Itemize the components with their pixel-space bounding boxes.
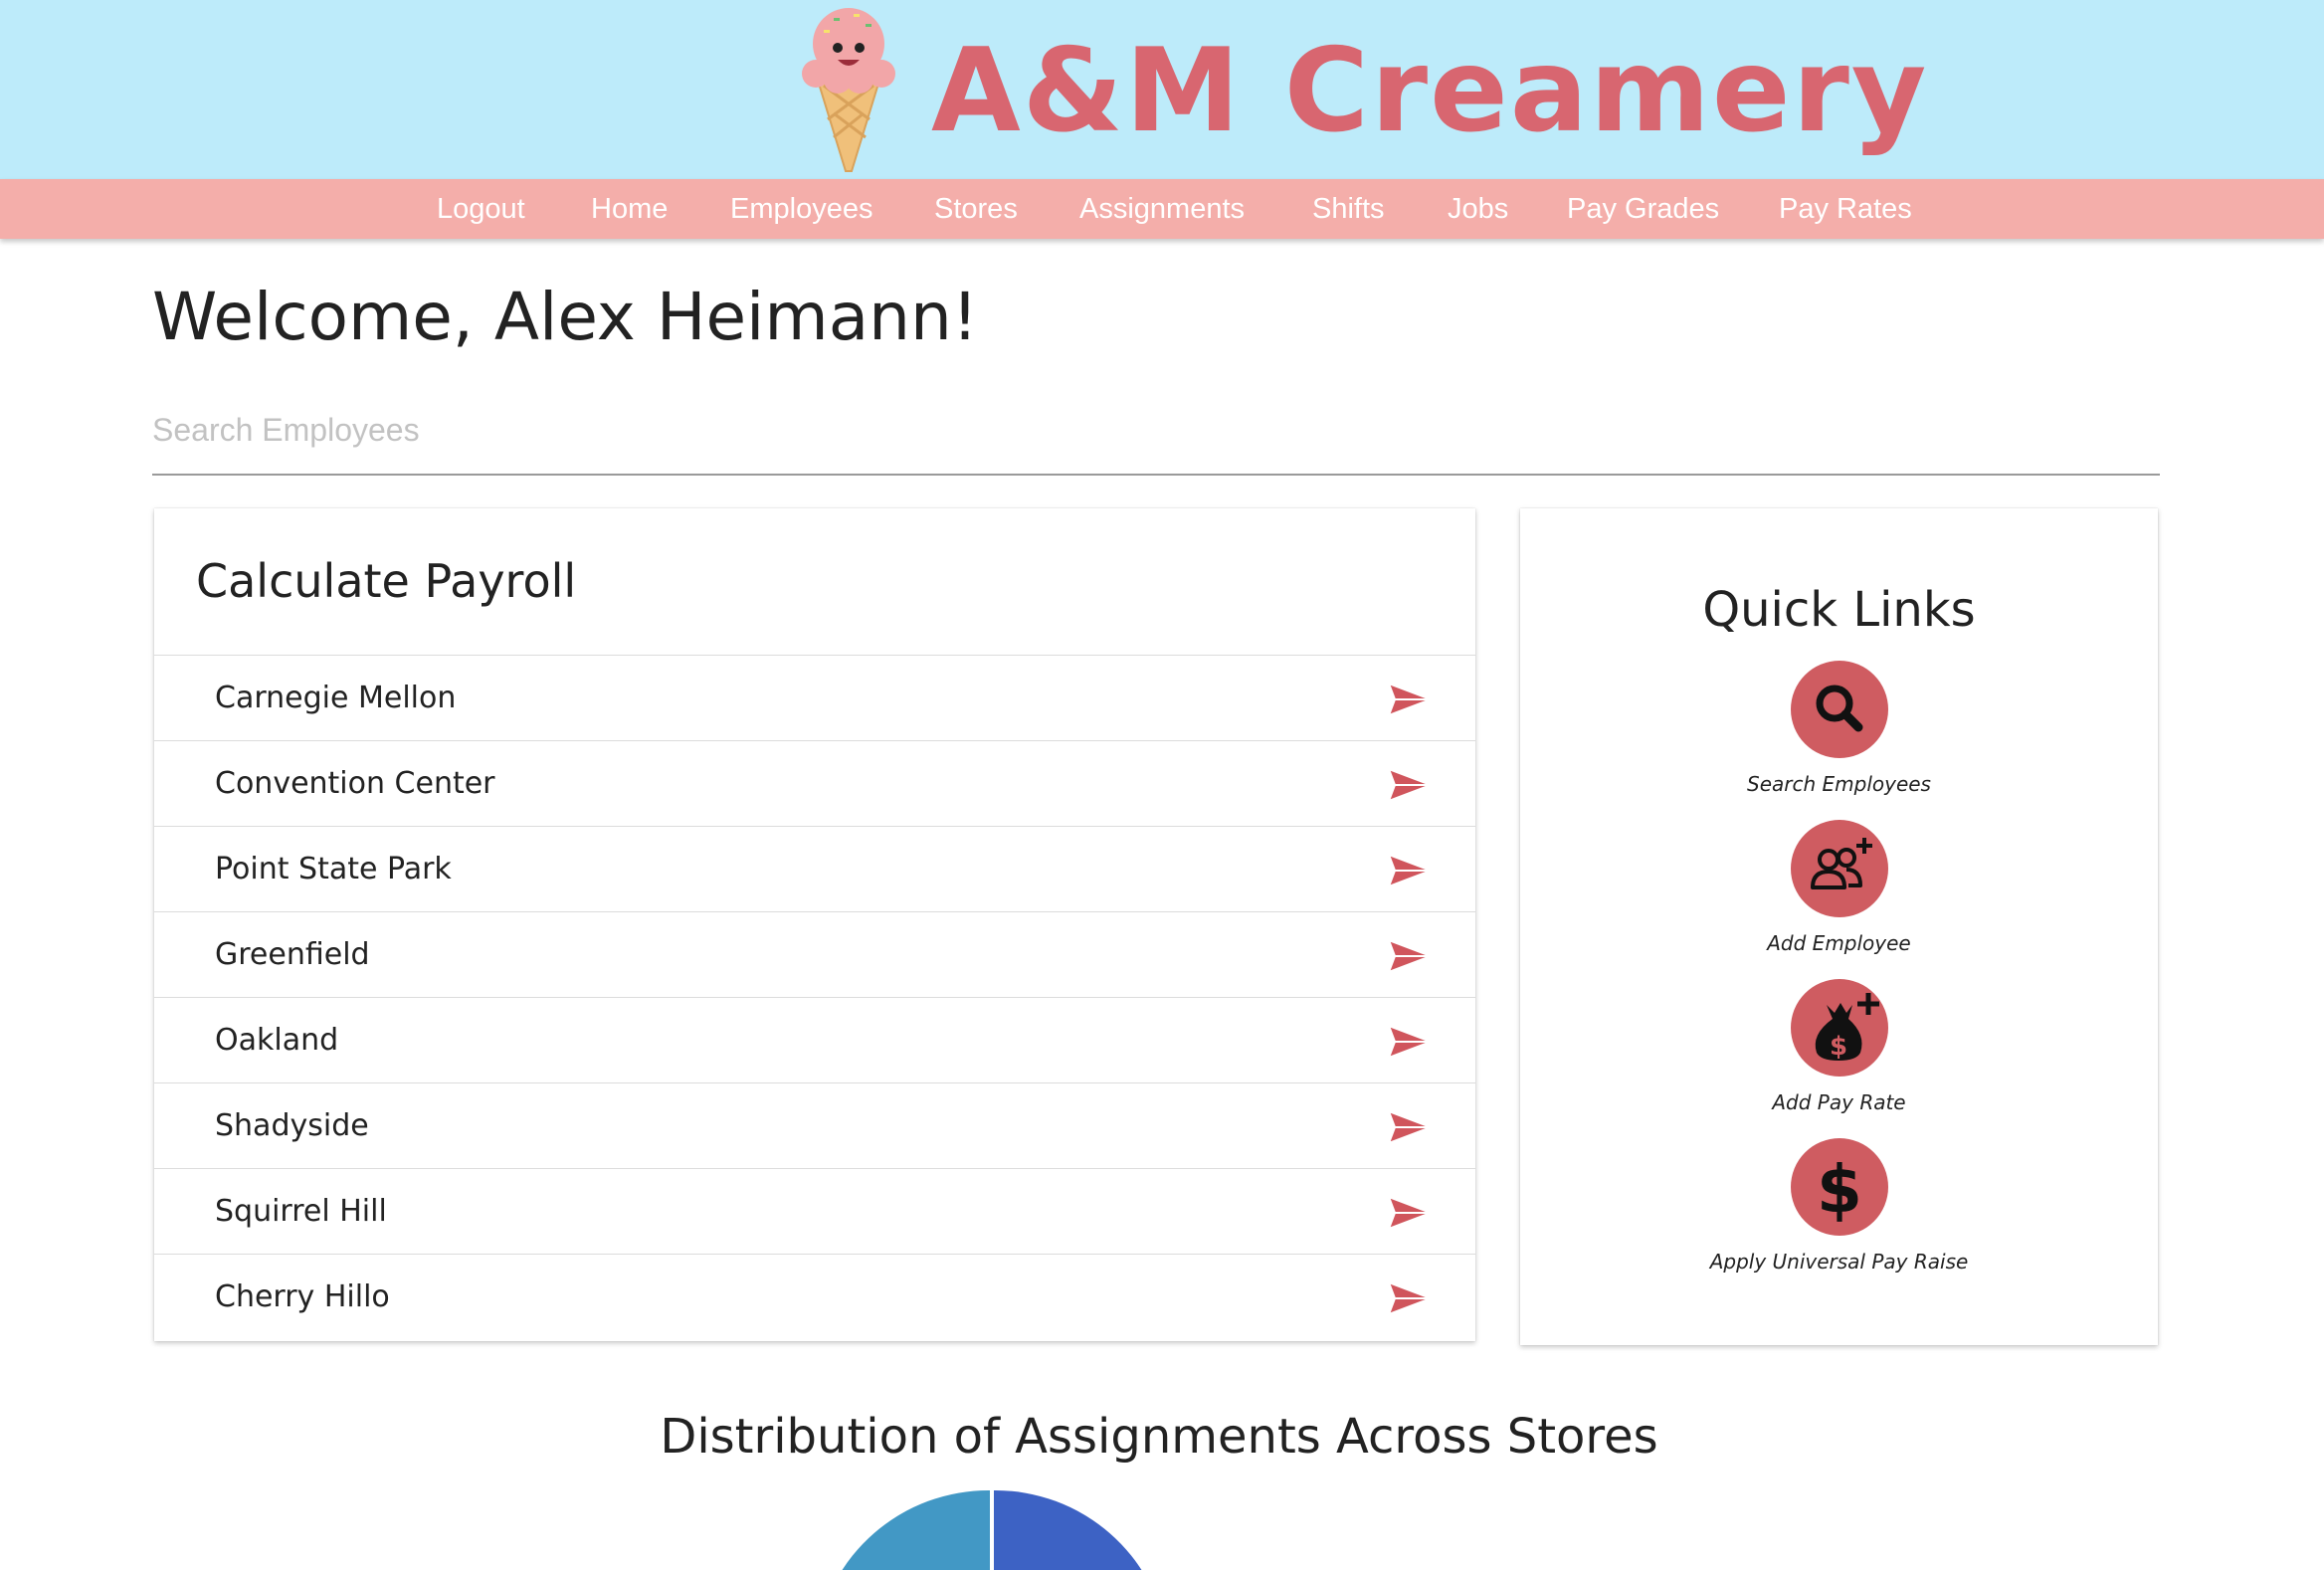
- store-name: Squirrel Hill: [215, 1194, 387, 1229]
- payroll-row-squirrel-hill[interactable]: Squirrel Hill: [154, 1169, 1475, 1255]
- send-arrow-icon[interactable]: [1387, 682, 1433, 717]
- add-user-group-icon: [1811, 838, 1872, 889]
- nav-home[interactable]: Home: [591, 179, 668, 239]
- quick-links-card: Quick Links Search Employees Add Employe…: [1520, 508, 2158, 1345]
- quick-link-circle[interactable]: $: [1791, 979, 1888, 1077]
- pie-slice-left: [842, 1489, 990, 1570]
- payroll-row-point-state-park[interactable]: Point State Park: [154, 827, 1475, 912]
- assignments-pie-chart: [842, 1489, 1142, 1570]
- search-input[interactable]: [152, 400, 2160, 460]
- quick-link-circle[interactable]: [1791, 661, 1888, 758]
- store-name: Point State Park: [215, 852, 452, 886]
- payroll-title: Calculate Payroll: [196, 554, 577, 608]
- ice-cream-logo-icon[interactable]: [794, 4, 903, 173]
- pie-slice-right: [994, 1489, 1142, 1570]
- magnifier-icon: [1816, 685, 1863, 732]
- nav-jobs[interactable]: Jobs: [1448, 179, 1508, 239]
- brand-title: A&M Creamery: [931, 24, 1929, 158]
- send-arrow-icon[interactable]: [1387, 1109, 1433, 1145]
- payroll-row-oakland[interactable]: Oakland: [154, 998, 1475, 1083]
- store-name: Cherry Hillo: [215, 1279, 390, 1314]
- send-arrow-icon[interactable]: [1387, 938, 1433, 974]
- svg-text:$: $: [1830, 1032, 1847, 1062]
- store-name: Greenfield: [215, 937, 370, 972]
- chart-title: Distribution of Assignments Across Store…: [660, 1409, 1658, 1465]
- store-name: Oakland: [215, 1023, 339, 1058]
- payroll-card: Calculate Payroll Carnegie Mellon Conven…: [154, 508, 1475, 1341]
- quick-link-label: Add Pay Rate: [1772, 1090, 1906, 1114]
- welcome-heading: Welcome, Alex Heimann!: [152, 279, 979, 355]
- money-bag-plus-icon: $: [1815, 993, 1879, 1062]
- payroll-row-cherry-hillo[interactable]: Cherry Hillo: [154, 1255, 1475, 1340]
- site-header: A&M Creamery: [0, 0, 2324, 179]
- main-nav: Logout Home Employees Stores Assignments…: [0, 179, 2324, 239]
- quick-link-apply-universal-pay-raise[interactable]: $ Apply Universal Pay Raise: [1520, 1138, 2158, 1287]
- quick-link-add-employee[interactable]: Add Employee: [1520, 820, 2158, 969]
- store-name: Convention Center: [215, 766, 495, 801]
- nav-assignments[interactable]: Assignments: [1079, 179, 1245, 239]
- quick-link-add-pay-rate[interactable]: $ Add Pay Rate: [1520, 979, 2158, 1128]
- quick-link-circle[interactable]: [1791, 820, 1888, 917]
- store-name: Shadyside: [215, 1108, 369, 1143]
- quick-link-search-employees[interactable]: Search Employees: [1520, 661, 2158, 810]
- employee-search: [152, 400, 2160, 476]
- store-name: Carnegie Mellon: [215, 681, 457, 715]
- nav-pay-rates[interactable]: Pay Rates: [1779, 179, 1912, 239]
- quick-link-label: Add Employee: [1767, 931, 1911, 955]
- quick-link-label: Apply Universal Pay Raise: [1709, 1250, 1969, 1274]
- payroll-row-carnegie-mellon[interactable]: Carnegie Mellon: [154, 656, 1475, 741]
- send-arrow-icon[interactable]: [1387, 1195, 1433, 1231]
- send-arrow-icon[interactable]: [1387, 1024, 1433, 1060]
- nav-stores[interactable]: Stores: [934, 179, 1018, 239]
- send-arrow-icon[interactable]: [1387, 1280, 1433, 1316]
- payroll-row-greenfield[interactable]: Greenfield: [154, 912, 1475, 998]
- nav-shifts[interactable]: Shifts: [1312, 179, 1385, 239]
- quick-link-label: Search Employees: [1747, 772, 1931, 796]
- nav-logout[interactable]: Logout: [437, 179, 525, 239]
- send-arrow-icon[interactable]: [1387, 767, 1433, 803]
- nav-pay-grades[interactable]: Pay Grades: [1567, 179, 1719, 239]
- send-arrow-icon[interactable]: [1387, 853, 1433, 888]
- quick-links-title: Quick Links: [1702, 582, 1976, 638]
- payroll-store-list: Carnegie Mellon Convention Center Point …: [154, 655, 1475, 1340]
- quick-link-circle[interactable]: $: [1791, 1138, 1888, 1236]
- nav-employees[interactable]: Employees: [730, 179, 872, 239]
- dollar-sign-icon: $: [1817, 1151, 1862, 1228]
- svg-text:$: $: [1817, 1151, 1862, 1228]
- payroll-row-convention-center[interactable]: Convention Center: [154, 741, 1475, 827]
- payroll-row-shadyside[interactable]: Shadyside: [154, 1083, 1475, 1169]
